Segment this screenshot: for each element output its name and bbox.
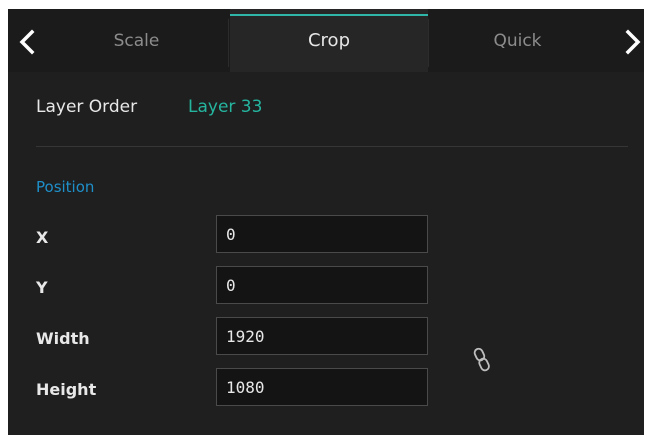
active-tab-indicator (230, 14, 428, 16)
x-input[interactable] (216, 215, 428, 253)
y-input[interactable] (216, 266, 428, 304)
crop-settings-panel: Scale Crop Quick Layer Order Layer 33 Po… (8, 9, 644, 435)
chevron-right-icon[interactable] (620, 28, 644, 56)
width-label: Width (36, 329, 90, 348)
tab-quick[interactable]: Quick (430, 9, 605, 72)
layer-order-label: Layer Order (36, 97, 138, 117)
y-label: Y (36, 278, 48, 297)
chain-link-icon[interactable] (472, 346, 492, 374)
height-label: Height (36, 380, 97, 399)
tab-crop-label: Crop (307, 30, 350, 51)
tab-bar: Scale Crop Quick (8, 9, 644, 72)
position-section-title: Position (36, 178, 95, 196)
section-divider (36, 146, 628, 147)
tab-divider (428, 19, 429, 67)
tab-scale-label: Scale (113, 30, 160, 51)
tab-quick-label: Quick (493, 30, 542, 51)
tab-scale[interactable]: Scale (45, 9, 228, 72)
tab-crop[interactable]: Crop (230, 9, 428, 72)
width-input[interactable] (216, 317, 428, 355)
chevron-left-icon[interactable] (16, 28, 40, 56)
height-input[interactable] (216, 368, 428, 406)
layer-order-value[interactable]: Layer 33 (188, 97, 262, 117)
tab-divider (228, 19, 229, 67)
x-label: X (36, 228, 49, 247)
